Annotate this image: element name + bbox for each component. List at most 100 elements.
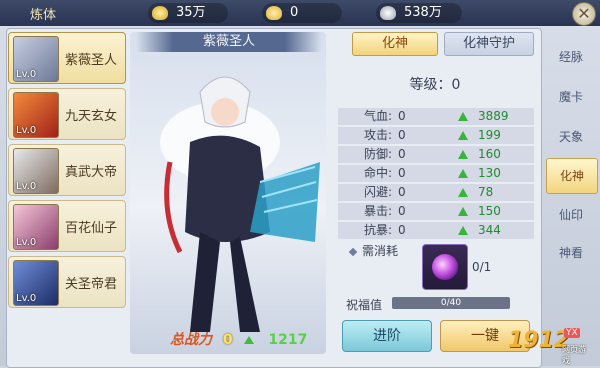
hero-item[interactable]: Lv.0 九天玄女: [8, 88, 126, 140]
watermark-logo: 1912 YX 网页游戏: [508, 328, 592, 365]
arrow-up-icon: [458, 207, 468, 216]
side-nav-item[interactable]: 天象: [546, 120, 596, 154]
stat-name: 抗暴:: [364, 223, 393, 237]
hero-item[interactable]: Lv.0 关圣帝君: [8, 256, 126, 308]
hero-level: Lv.0: [16, 237, 37, 248]
coin-value: 0: [290, 5, 299, 20]
page-title: 炼体: [30, 8, 57, 23]
stat-name: 攻击:: [364, 128, 393, 142]
stat-next: 344: [478, 223, 501, 237]
stat-next: 130: [478, 166, 501, 180]
arrow-up-icon: [458, 188, 468, 197]
hero-name: 百花仙子: [65, 221, 118, 236]
coin-resource: 0: [262, 3, 342, 23]
watermark-main: 1912: [508, 328, 570, 353]
stat-next: 160: [478, 147, 501, 161]
stat-row: 气血: 0 3889: [338, 108, 534, 125]
arrow-up-icon: [243, 336, 254, 344]
hero-portrait: Lv.0: [13, 260, 59, 306]
silver-value: 538万: [404, 5, 442, 20]
diamond-bullet-icon: [348, 247, 358, 256]
hero-item[interactable]: Lv.0 真武大帝: [8, 144, 126, 196]
blessing-text: 0/40: [440, 298, 462, 308]
arrow-up-icon: [458, 169, 468, 178]
stat-next: 78: [478, 185, 494, 199]
stat-next: 150: [478, 204, 501, 218]
stat-current: 0: [398, 223, 406, 237]
hero-item[interactable]: Lv.0 百花仙子: [8, 200, 126, 252]
stat-name: 气血:: [364, 109, 393, 123]
hero-figure: [160, 76, 320, 332]
side-nav-item[interactable]: 仙印: [546, 198, 596, 232]
stat-name: 闪避:: [364, 185, 393, 199]
stat-next: 199: [478, 128, 501, 142]
gold-resource: 35万: [148, 3, 228, 23]
stat-row: 闪避: 0 78: [338, 184, 534, 201]
blessing-bar: 0/40: [392, 297, 510, 309]
stat-current: 0: [398, 185, 406, 199]
hero-portrait: Lv.0: [13, 204, 59, 250]
hero-portrait: Lv.0: [13, 92, 59, 138]
hero-level: Lv.0: [16, 293, 37, 304]
blessing-label: 祝福值: [346, 298, 383, 312]
stat-next: 3889: [478, 109, 509, 123]
close-icon[interactable]: ✕: [572, 2, 596, 26]
stat-row: 抗暴: 0 344: [338, 222, 534, 239]
silver-icon: [380, 6, 396, 20]
stat-row: 命中: 0 130: [338, 165, 534, 182]
silver-resource: 538万: [376, 3, 462, 23]
top-bar: 炼体 35万 0 538万 ✕: [0, 0, 600, 26]
advance-button[interactable]: 进阶: [342, 320, 432, 352]
hero-item[interactable]: Lv.0 紫薇圣人: [8, 32, 126, 84]
watermark-sub: 网页游戏: [562, 345, 586, 365]
power-value: 0: [222, 332, 233, 348]
side-nav-item[interactable]: 经脉: [546, 40, 596, 74]
cost-label-text: 需消耗: [362, 244, 399, 258]
stat-name: 暴击:: [364, 204, 393, 218]
hero-level: Lv.0: [16, 181, 37, 192]
stat-current: 0: [398, 166, 406, 180]
side-nav-item[interactable]: 魔卡: [546, 80, 596, 114]
stat-current: 0: [398, 128, 406, 142]
coin-icon: [266, 6, 282, 20]
total-power: 总战力 0 1217: [170, 330, 307, 350]
hero-name: 关圣帝君: [65, 277, 118, 292]
hero-portrait: Lv.0: [13, 148, 59, 194]
stat-row: 暴击: 0 150: [338, 203, 534, 220]
arrow-up-icon: [458, 112, 468, 121]
level-text: 等级：0: [409, 77, 461, 93]
arrow-up-icon: [458, 150, 468, 159]
power-increase: 1217: [268, 332, 308, 348]
stat-row: 防御: 0 160: [338, 146, 534, 163]
gold-ingot-icon: [152, 6, 168, 20]
side-nav: 经脉 魔卡 天象 化神 仙印 神看: [540, 40, 598, 280]
power-label: 总战力: [170, 332, 212, 348]
cost-quantity: 0/1: [472, 260, 492, 274]
stat-current: 0: [398, 204, 406, 218]
hero-name: 紫薇圣人: [65, 53, 118, 68]
hero-title: 紫薇圣人: [136, 32, 322, 52]
hero-level: Lv.0: [16, 69, 37, 80]
tab-bar: 化神 化神守护: [352, 32, 534, 56]
side-nav-item-active[interactable]: 化神: [546, 158, 598, 194]
gold-value: 35万: [176, 5, 206, 20]
stat-current: 0: [398, 147, 406, 161]
arrow-up-icon: [458, 226, 468, 235]
side-nav-item[interactable]: 神看: [546, 236, 596, 270]
arrow-up-icon: [458, 131, 468, 140]
stat-name: 命中:: [364, 166, 393, 180]
hero-name: 九天玄女: [65, 109, 118, 124]
watermark-badge: YX: [564, 328, 580, 338]
hero-name: 真武大帝: [65, 165, 118, 180]
stat-name: 防御:: [364, 147, 393, 161]
stat-current: 0: [398, 109, 406, 123]
hero-list: Lv.0 紫薇圣人 Lv.0 九天玄女 Lv.0 真武大帝 Lv.0 百花仙子 …: [8, 32, 126, 332]
tab-huashen-guard[interactable]: 化神守护: [444, 32, 534, 56]
hero-level: Lv.0: [16, 125, 37, 136]
purple-orb-icon: [432, 254, 458, 280]
stat-row: 攻击: 0 199: [338, 127, 534, 144]
cost-label: 需消耗: [348, 242, 399, 259]
hero-portrait: Lv.0: [13, 36, 59, 82]
tab-huashen[interactable]: 化神: [352, 32, 438, 56]
cost-item-slot[interactable]: [422, 244, 468, 290]
